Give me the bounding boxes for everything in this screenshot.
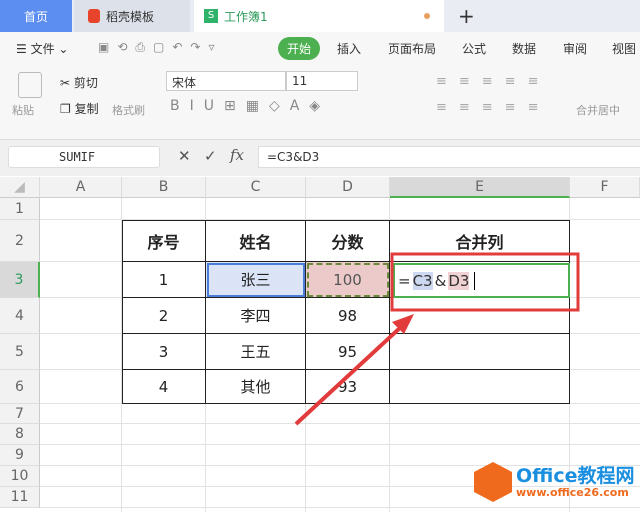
column-header-A[interactable]: A xyxy=(40,177,122,198)
table-cell[interactable]: 其他 xyxy=(206,370,306,404)
table-cell[interactable]: 98 xyxy=(306,298,390,334)
quick-access-icons[interactable]: ▣⟲⎙▢↶↷▿ xyxy=(98,40,222,55)
row-header-3[interactable]: 3 xyxy=(0,262,40,298)
formula-token-ref2: D3 xyxy=(448,271,470,290)
table-cell[interactable]: 100 xyxy=(306,262,390,298)
docer-icon xyxy=(88,9,100,23)
align-icons-2[interactable]: ≡≡≡≡≡ xyxy=(436,100,550,115)
gridline xyxy=(40,423,640,424)
row-header-4[interactable]: 4 xyxy=(0,298,40,334)
formula-bar: SUMIF ✕ ✓ fx =C3&D3 xyxy=(0,140,640,176)
menu-insert[interactable]: 插入 xyxy=(337,40,361,57)
menu-view[interactable]: 视图 xyxy=(612,40,636,57)
menu-review[interactable]: 审阅 xyxy=(563,40,587,57)
formula-token-eq: = xyxy=(398,271,411,290)
row-header-8[interactable]: 8 xyxy=(0,424,40,445)
column-header-B[interactable]: B xyxy=(122,177,206,198)
row-header-9[interactable]: 9 xyxy=(0,445,40,466)
table-header-cell[interactable]: 序号 xyxy=(122,220,206,262)
confirm-icon[interactable]: ✓ xyxy=(204,147,217,165)
row-header-7[interactable]: 7 xyxy=(0,404,40,424)
menu-home[interactable]: 开始 xyxy=(278,37,321,60)
file-menu[interactable]: ☰ 文件 ⌄ xyxy=(16,40,68,57)
copy-button[interactable]: ❐ 复制 xyxy=(60,100,99,117)
formula-token-ref1: C3 xyxy=(412,271,433,290)
table-header-cell[interactable]: 分数 xyxy=(306,220,390,262)
watermark-url: www.office26.com xyxy=(516,485,629,499)
select-all-corner[interactable]: ◢ xyxy=(0,177,40,198)
row-header-6[interactable]: 6 xyxy=(0,370,40,404)
tab-docer[interactable]: 稻壳模板 xyxy=(74,0,190,32)
column-header-E[interactable]: E xyxy=(390,177,570,198)
table-cell[interactable] xyxy=(390,334,570,370)
watermark: Office教程网 www.office26.com xyxy=(474,462,635,502)
paste-button[interactable]: 粘贴 xyxy=(12,102,34,118)
font-style-icons[interactable]: BIU⊞▦◇A◈ xyxy=(170,98,330,114)
office-logo-icon xyxy=(474,462,512,502)
table-header-cell[interactable]: 合并列 xyxy=(390,220,570,262)
row-header-11[interactable]: 11 xyxy=(0,487,40,508)
table-cell[interactable]: 王五 xyxy=(206,334,306,370)
table-header-cell[interactable]: 姓名 xyxy=(206,220,306,262)
column-header-C[interactable]: C xyxy=(206,177,306,198)
file-label: 文件 xyxy=(30,42,55,56)
name-box[interactable]: SUMIF xyxy=(8,146,160,168)
table-cell[interactable]: 4 xyxy=(122,370,206,404)
font-size-select[interactable]: 11 xyxy=(286,71,358,91)
menu-data[interactable]: 数据 xyxy=(512,40,536,57)
paste-icon[interactable] xyxy=(18,72,42,98)
row-header-2[interactable]: 2 xyxy=(0,220,40,262)
row-header-1[interactable]: 1 xyxy=(0,198,40,220)
table-cell[interactable]: 张三 xyxy=(206,262,306,298)
column-header-F[interactable]: F xyxy=(570,177,640,198)
watermark-title: Office教程网 xyxy=(516,464,635,487)
menu-page-layout[interactable]: 页面布局 xyxy=(388,40,436,57)
table-cell[interactable]: 1 xyxy=(122,262,206,298)
table-cell[interactable]: 2 xyxy=(122,298,206,334)
sheet-icon: S xyxy=(204,9,218,23)
formula-input[interactable]: =C3&D3 xyxy=(258,146,640,168)
table-cell[interactable]: 93 xyxy=(306,370,390,404)
table-cell[interactable]: 95 xyxy=(306,334,390,370)
active-cell-editor[interactable]: = C3 & D3 xyxy=(393,263,570,298)
tab-label: 首页 xyxy=(23,9,48,24)
text-cursor xyxy=(474,271,476,290)
cancel-icon[interactable]: ✕ xyxy=(178,147,191,165)
format-painter-button[interactable]: 格式刷 xyxy=(112,102,145,118)
table-cell[interactable]: 3 xyxy=(122,334,206,370)
menu-formula[interactable]: 公式 xyxy=(462,40,486,57)
row-header-10[interactable]: 10 xyxy=(0,466,40,487)
ribbon: ☰ 文件 ⌄ ▣⟲⎙▢↶↷▿ 开始 插入 页面布局 公式 数据 审阅 视图 粘贴… xyxy=(0,32,640,140)
new-tab-button[interactable]: + xyxy=(458,0,475,32)
merge-center-button[interactable]: 合并居中 xyxy=(576,102,620,118)
row-header-5[interactable]: 5 xyxy=(0,334,40,370)
cut-label: 剪切 xyxy=(73,76,98,90)
column-header-D[interactable]: D xyxy=(306,177,390,198)
tab-workbook[interactable]: S 工作簿1 xyxy=(194,0,444,32)
tab-home[interactable]: 首页 xyxy=(0,0,72,32)
tab-bar: 首页 稻壳模板 S 工作簿1 + xyxy=(0,0,640,32)
table-cell[interactable] xyxy=(390,370,570,404)
table-cell[interactable] xyxy=(390,298,570,334)
gridline xyxy=(40,444,640,445)
gridline xyxy=(40,507,640,508)
cut-button[interactable]: ✂ 剪切 xyxy=(60,74,98,91)
unsaved-dot-icon xyxy=(424,13,430,19)
font-select[interactable]: 宋体 xyxy=(166,71,286,91)
align-icons[interactable]: ≡≡≡≡≡ xyxy=(436,74,550,89)
tab-label: 稻壳模板 xyxy=(106,9,155,24)
table-cell[interactable]: 李四 xyxy=(206,298,306,334)
fx-icon[interactable]: fx xyxy=(230,146,244,164)
formula-token-amp: & xyxy=(434,271,447,290)
tab-label: 工作簿1 xyxy=(224,9,268,24)
copy-label: 复制 xyxy=(74,102,99,116)
